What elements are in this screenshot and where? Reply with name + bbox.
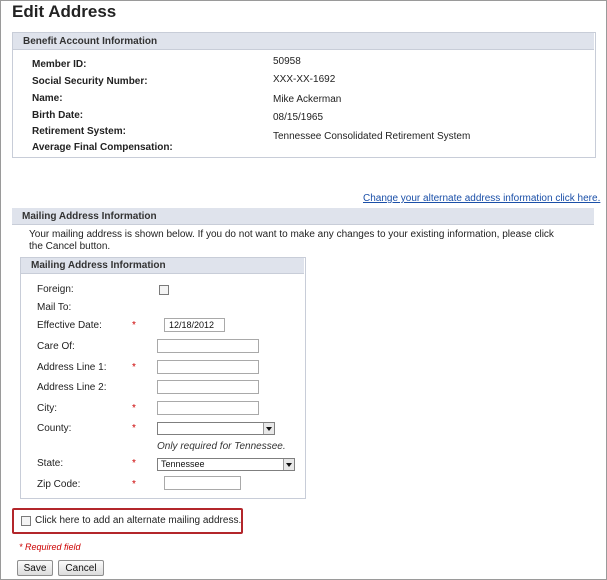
name-value: Mike Ackerman (273, 94, 342, 105)
instructions-line-1: Your mailing address is shown below. If … (29, 229, 554, 240)
afc-label: Average Final Compensation: (32, 142, 173, 153)
state-selected-value: Tennessee (161, 459, 205, 469)
county-select[interactable] (157, 422, 275, 435)
ssn-label: Social Security Number: (32, 76, 148, 87)
birth-date-label: Birth Date: (32, 110, 84, 121)
city-input[interactable] (157, 401, 259, 415)
care-of-label: Care Of: (37, 341, 75, 352)
ssn-value: XXX-XX-1692 (273, 74, 336, 85)
foreign-label: Foreign: (37, 284, 74, 295)
address-line-1-label: Address Line 1: (37, 362, 107, 373)
save-button[interactable]: Save (17, 560, 53, 576)
zip-code-label: Zip Code: (37, 479, 81, 490)
city-required-mark: * (132, 403, 136, 414)
effective-date-input[interactable] (164, 318, 225, 332)
address-line-2-input[interactable] (157, 380, 259, 394)
mail-to-label: Mail To: (37, 302, 72, 313)
state-label: State: (37, 458, 64, 469)
required-field-note: * Required field (19, 542, 81, 552)
address-line-2-label: Address Line 2: (37, 382, 107, 393)
effective-date-label: Effective Date: (37, 320, 102, 331)
member-id-value: 50958 (273, 56, 301, 67)
alternate-address-checkbox[interactable] (21, 516, 31, 526)
page-title: Edit Address (12, 2, 117, 21)
address-line-1-input[interactable] (157, 360, 259, 374)
zip-code-input[interactable] (164, 476, 241, 490)
retirement-system-value: Tennessee Consolidated Retirement System (273, 131, 471, 142)
county-dropdown-arrow-icon[interactable] (263, 423, 274, 434)
mailing-instructions: Your mailing address is shown below. If … (29, 229, 589, 253)
foreign-checkbox[interactable] (159, 285, 169, 295)
change-alternate-address-link[interactable]: Change your alternate address informatio… (363, 193, 600, 204)
zip-code-required-mark: * (132, 479, 136, 490)
effective-date-required-mark: * (132, 320, 136, 331)
name-label: Name: (32, 93, 63, 104)
cancel-button[interactable]: Cancel (58, 560, 104, 576)
mailing-form-header: Mailing Address Information (21, 258, 304, 274)
county-required-mark: * (132, 423, 136, 434)
instructions-line-2: the Cancel button. (29, 241, 111, 252)
birth-date-value: 08/15/1965 (273, 112, 324, 123)
state-required-mark: * (132, 458, 136, 469)
county-hint: Only required for Tennessee. (157, 441, 286, 452)
state-select[interactable]: Tennessee (157, 458, 295, 471)
retirement-system-label: Retirement System: (32, 126, 126, 137)
member-id-label: Member ID: (32, 59, 87, 70)
care-of-input[interactable] (157, 339, 259, 353)
city-label: City: (37, 403, 57, 414)
county-label: County: (37, 423, 72, 434)
benefit-header: Benefit Account Information (13, 33, 594, 50)
address-line-1-required-mark: * (132, 362, 136, 373)
alternate-address-label[interactable]: Click here to add an alternate mailing a… (35, 515, 241, 526)
mailing-header: Mailing Address Information (12, 208, 594, 225)
state-dropdown-arrow-icon[interactable] (283, 459, 294, 470)
